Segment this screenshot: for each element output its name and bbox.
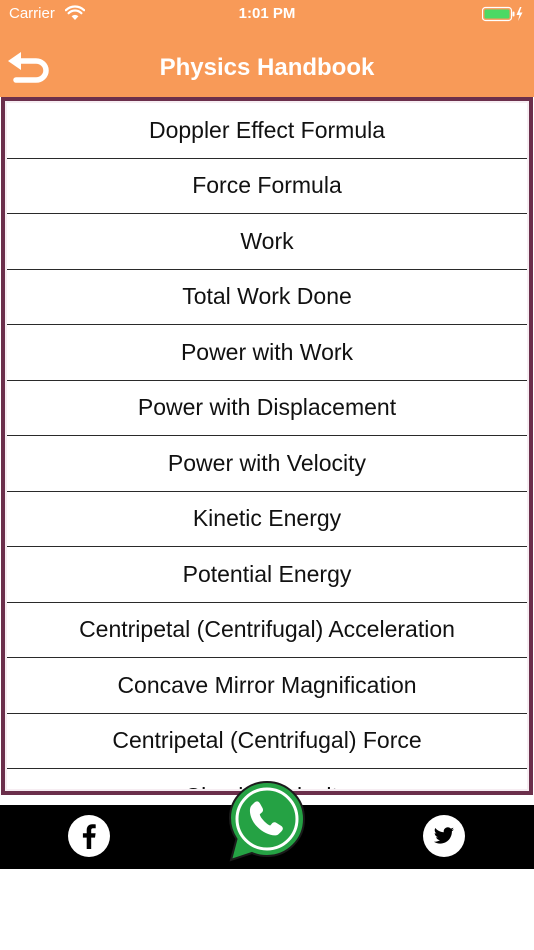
list-item[interactable]: Power with Velocity xyxy=(7,436,527,492)
screen: Carrier 1:01 PM Physics Handbook Doppler… xyxy=(0,0,534,950)
list-item[interactable]: Centripetal (Centrifugal) Acceleration xyxy=(7,603,527,658)
list-item[interactable]: Potential Energy xyxy=(7,547,527,603)
page-title: Physics Handbook xyxy=(159,54,375,81)
twitter-button[interactable] xyxy=(423,815,465,857)
whatsapp-icon xyxy=(228,780,306,862)
battery-icon xyxy=(482,6,523,22)
list-item[interactable]: Concave Mirror Magnification xyxy=(7,658,527,714)
list-item[interactable]: Power with Displacement xyxy=(7,381,527,436)
status-bar: Carrier 1:01 PM xyxy=(0,0,534,28)
formula-list: Doppler Effect Formula Force Formula Work T… xyxy=(7,103,527,789)
list-item[interactable]: Centripetal (Centrifugal) Force xyxy=(7,714,527,769)
twitter-icon xyxy=(433,827,454,844)
whatsapp-button[interactable] xyxy=(225,778,309,864)
list-item[interactable]: Work xyxy=(7,214,527,270)
list-item[interactable]: Kinetic Energy xyxy=(7,492,527,547)
status-time: 1:01 PM xyxy=(238,5,296,22)
list-container: Doppler Effect Formula Force Formula Work T… xyxy=(5,101,529,791)
list-item[interactable]: Doppler Effect Formula xyxy=(7,103,527,159)
header-bar: Carrier 1:01 PM Physics Handbook xyxy=(0,0,534,97)
list-item[interactable]: Total Work Done xyxy=(7,270,527,325)
facebook-icon xyxy=(82,824,96,849)
facebook-button[interactable] xyxy=(68,815,110,857)
list-frame: Doppler Effect Formula Force Formula Work T… xyxy=(1,97,533,795)
list-item[interactable]: Force Formula xyxy=(7,159,527,214)
list-item[interactable]: Power with Work xyxy=(7,325,527,381)
